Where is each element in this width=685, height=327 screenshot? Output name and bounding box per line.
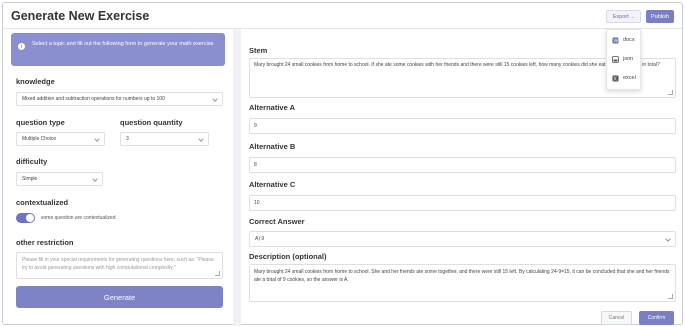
stem-label: Stem: [249, 46, 268, 55]
knowledge-label: knowledge: [16, 77, 55, 86]
toggle-knob: [26, 214, 34, 222]
resize-handle-icon: [215, 271, 220, 276]
alternative-c-label: Alternative C: [249, 180, 296, 189]
chevron-down-icon: [92, 176, 98, 182]
chevron-down-icon: [665, 236, 671, 242]
export-option-excel[interactable]: X excel: [612, 73, 636, 83]
export-option-json[interactable]: json: [612, 54, 633, 64]
correct-answer-label: Correct Answer: [249, 217, 305, 226]
question-quantity-label: question quantity: [120, 118, 183, 127]
export-label: Export: [612, 13, 629, 20]
export-option-label: excel: [623, 75, 636, 81]
question-type-label: question type: [16, 118, 65, 127]
chevron-down-icon: ⌄: [630, 14, 635, 19]
correct-answer-select[interactable]: A) 9: [249, 231, 676, 247]
contextualized-label: contextualized: [16, 198, 69, 207]
question-type-select-value: Multiple Choice: [22, 136, 57, 142]
question-quantity-select-value: 3: [126, 136, 129, 142]
export-button[interactable]: Export ⌄: [606, 10, 641, 23]
question-quantity-select[interactable]: 3: [120, 132, 209, 146]
alternative-b-value: 8: [254, 162, 257, 168]
info-banner: i Select a topic and fill out the follow…: [11, 33, 225, 66]
difficulty-select-value: Simple: [22, 176, 38, 182]
panel-divider: [233, 29, 241, 326]
other-restriction-label: other restriction: [16, 238, 74, 247]
svg-text:W: W: [614, 38, 619, 44]
header-bar: Generate New Exercise Export ⌄ Publish: [3, 3, 682, 29]
excel-file-icon: X: [612, 75, 619, 82]
app-window: Generate New Exercise Export ⌄ Publish W…: [2, 2, 683, 326]
chevron-down-icon: [212, 96, 218, 102]
export-option-label: json: [623, 56, 634, 62]
contextualized-toggle-text: some question are contextualized: [41, 215, 116, 221]
export-dropdown-menu: W docx json X excel: [606, 29, 641, 90]
other-restriction-placeholder: Please fill in your special requirements…: [22, 257, 214, 271]
export-option-docx[interactable]: W docx: [612, 35, 635, 45]
alternative-c-value: 10: [254, 200, 260, 206]
json-file-icon: [612, 55, 619, 63]
alternative-c-input[interactable]: [249, 195, 676, 211]
contextualized-toggle[interactable]: [16, 213, 35, 223]
confirm-button[interactable]: Confirm: [639, 311, 674, 325]
description-text: Mary brought 24 small cookies from home …: [254, 269, 670, 283]
cancel-button[interactable]: Cancel: [601, 311, 632, 325]
chevron-down-icon: [198, 136, 204, 142]
alternative-b-input[interactable]: [249, 157, 676, 173]
alternative-a-label: Alternative A: [249, 103, 295, 112]
page-title: Generate New Exercise: [11, 9, 150, 23]
knowledge-select[interactable]: Mixed addition and subtraction operation…: [16, 92, 223, 106]
correct-answer-select-value: A) 9: [255, 236, 265, 242]
resize-handle-icon: [668, 294, 673, 299]
knowledge-select-value: Mixed addition and subtraction operation…: [22, 96, 165, 102]
alternative-a-input[interactable]: [249, 118, 676, 134]
publish-button[interactable]: Publish: [646, 10, 674, 23]
difficulty-select[interactable]: Simple: [16, 172, 103, 186]
alternative-b-label: Alternative B: [249, 142, 296, 151]
generate-button[interactable]: Generate: [16, 286, 223, 308]
description-label: Description (optional): [249, 252, 327, 261]
chevron-down-icon: [94, 136, 100, 142]
word-doc-icon: W: [612, 37, 619, 44]
difficulty-label: difficulty: [16, 157, 48, 166]
other-restriction-textarea[interactable]: Please fill in your special requirements…: [16, 252, 223, 279]
info-text: Select a topic and fill out the followin…: [32, 41, 214, 47]
alternative-a-value: 9: [254, 123, 257, 129]
export-option-label: docx: [623, 37, 635, 43]
info-icon: i: [18, 43, 25, 50]
question-type-select[interactable]: Multiple Choice: [16, 132, 105, 146]
resize-handle-icon: [668, 90, 673, 95]
